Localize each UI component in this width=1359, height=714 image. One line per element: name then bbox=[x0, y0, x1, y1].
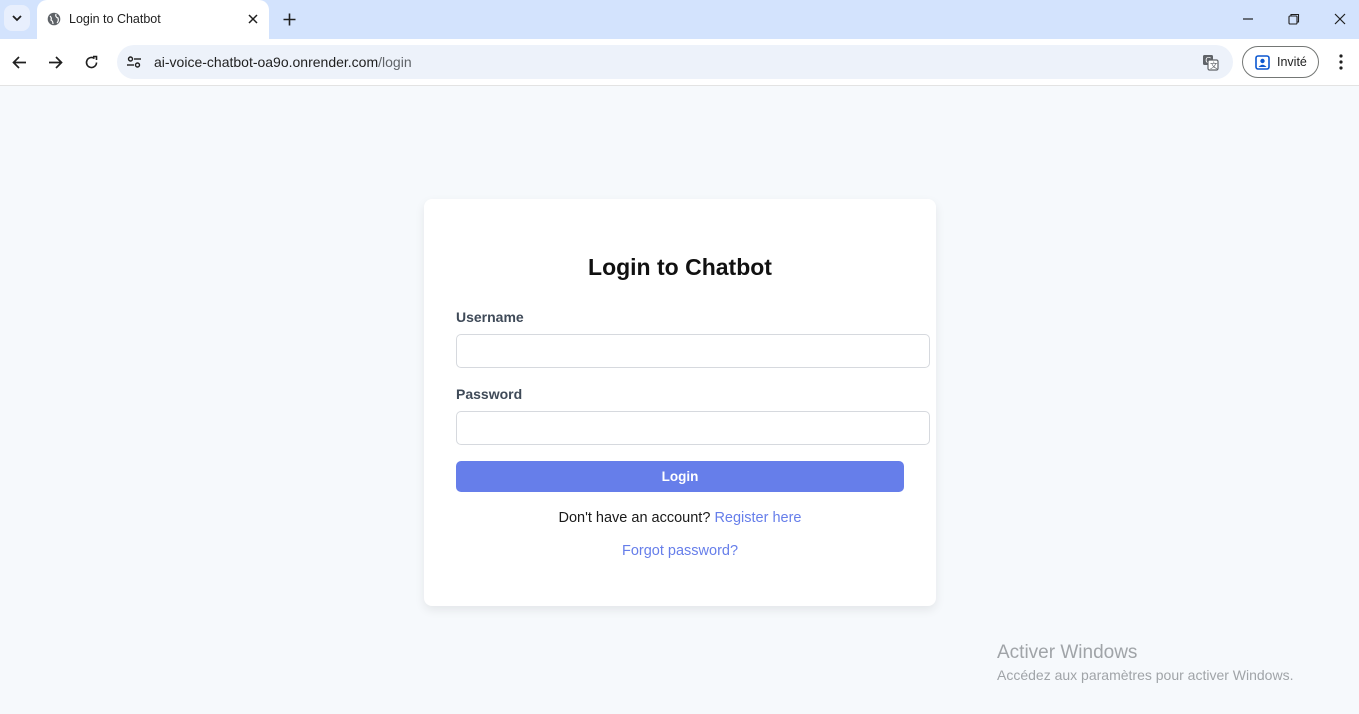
forgot-password-row: Forgot password? bbox=[424, 543, 936, 559]
translate-icon[interactable]: G文 bbox=[1201, 53, 1219, 71]
minimize-icon[interactable] bbox=[1238, 9, 1258, 29]
reload-icon[interactable] bbox=[81, 52, 101, 72]
watermark-title: Activer Windows bbox=[997, 642, 1138, 663]
browser-tab[interactable]: Login to Chatbot bbox=[37, 0, 269, 39]
register-prompt: Don't have an account? Register here bbox=[424, 510, 936, 526]
no-account-text: Don't have an account? bbox=[558, 510, 711, 526]
windows-activation-watermark: Activer Windows Accédez aux paramètres p… bbox=[997, 642, 1293, 683]
browser-toolbar: ai-voice-chatbot-oa9o.onrender.com/login… bbox=[0, 39, 1359, 86]
address-bar[interactable]: ai-voice-chatbot-oa9o.onrender.com/login… bbox=[117, 45, 1233, 79]
svg-text:文: 文 bbox=[1210, 60, 1218, 70]
forward-arrow-icon[interactable] bbox=[45, 52, 65, 72]
chevron-down-icon bbox=[12, 15, 22, 22]
login-card: Login to Chatbot Username Password Login… bbox=[424, 199, 936, 606]
page-title: Login to Chatbot bbox=[588, 254, 772, 280]
close-window-icon[interactable] bbox=[1330, 9, 1350, 29]
password-input[interactable] bbox=[456, 411, 930, 445]
profile-button[interactable]: Invité bbox=[1242, 46, 1319, 78]
watermark-subtitle: Accédez aux paramètres pour activer Wind… bbox=[997, 667, 1294, 683]
url-host: ai-voice-chatbot-oa9o.onrender.com bbox=[154, 54, 379, 70]
plus-icon[interactable] bbox=[280, 10, 298, 28]
profile-label: Invité bbox=[1277, 55, 1307, 69]
forgot-password-link[interactable]: Forgot password? bbox=[622, 543, 738, 559]
tab-search-button[interactable] bbox=[4, 5, 30, 31]
username-input[interactable] bbox=[456, 334, 930, 368]
more-vert-icon[interactable] bbox=[1332, 52, 1350, 72]
username-label: Username bbox=[456, 309, 524, 325]
back-arrow-icon[interactable] bbox=[9, 52, 29, 72]
url-text[interactable]: ai-voice-chatbot-oa9o.onrender.com/login bbox=[154, 54, 412, 70]
person-icon bbox=[1255, 54, 1270, 70]
restore-icon[interactable] bbox=[1284, 9, 1304, 29]
globe-icon bbox=[47, 12, 61, 26]
login-button[interactable]: Login bbox=[456, 461, 904, 492]
register-link[interactable]: Register here bbox=[714, 510, 801, 526]
password-label: Password bbox=[456, 386, 523, 402]
tab-title: Login to Chatbot bbox=[69, 12, 161, 26]
browser-tab-bar: Login to Chatbot bbox=[0, 0, 1359, 39]
url-path: /login bbox=[378, 54, 412, 70]
site-settings-icon[interactable] bbox=[125, 53, 143, 71]
close-icon[interactable] bbox=[245, 11, 261, 27]
